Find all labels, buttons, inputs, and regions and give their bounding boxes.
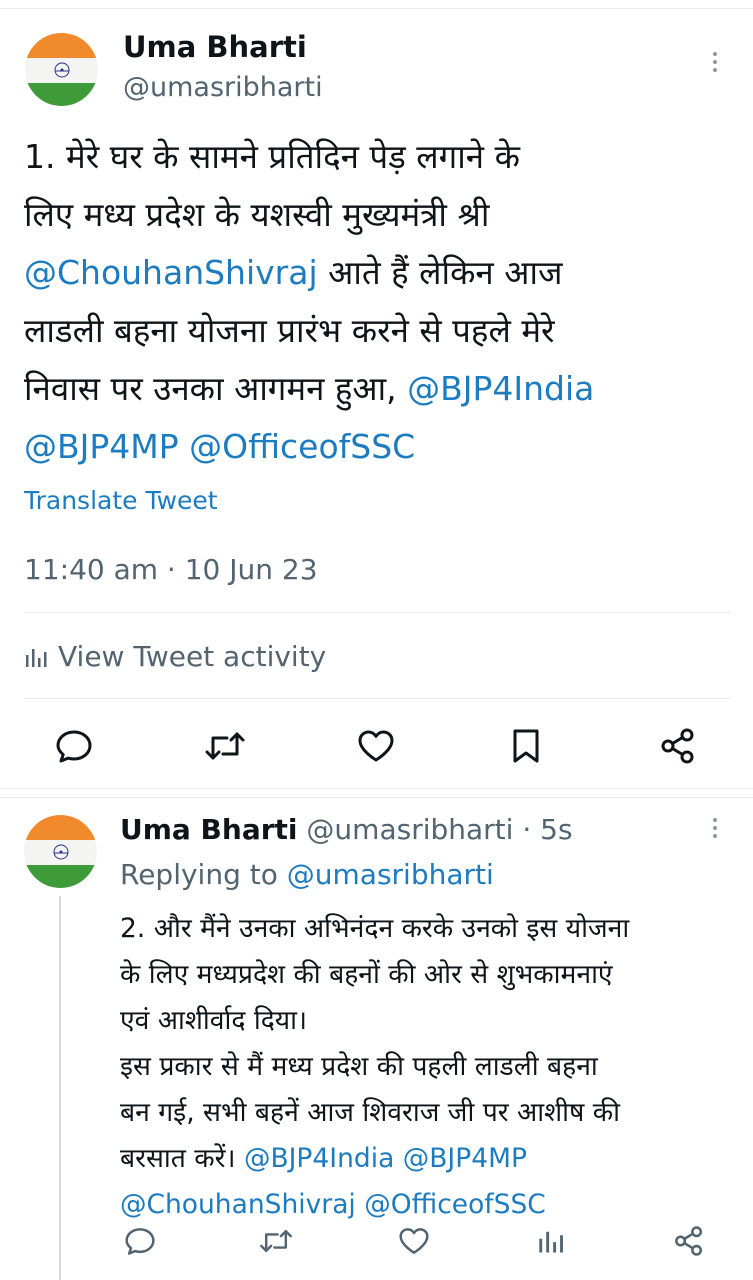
mention-chouhanshivraj[interactable]: @ChouhanShivraj xyxy=(120,1189,356,1220)
reply-time-ago[interactable]: 5s xyxy=(540,813,572,846)
flag-chakra-icon xyxy=(54,62,69,78)
divider xyxy=(24,698,730,699)
separator-dot: · xyxy=(513,813,541,846)
reply-text: 2. और मैंने उनका अभिनंदन करके उनको इस यो… xyxy=(120,906,740,1228)
reply-icon xyxy=(125,1228,155,1255)
replying-to-handle[interactable]: @umasribharti xyxy=(287,858,494,891)
more-icon[interactable] xyxy=(712,818,718,842)
top-divider xyxy=(0,8,753,9)
reply-button[interactable] xyxy=(122,1224,158,1258)
like-button[interactable] xyxy=(395,1224,433,1258)
analytics-icon xyxy=(24,645,50,669)
avatar[interactable] xyxy=(25,33,98,106)
share-icon xyxy=(661,728,694,764)
thread-line xyxy=(59,896,61,1280)
retweet-icon xyxy=(260,1229,292,1253)
share-button[interactable] xyxy=(670,1224,708,1258)
reply-author-name[interactable]: Uma Bharti xyxy=(120,813,298,846)
reply-button[interactable] xyxy=(52,726,96,766)
author-handle[interactable]: @umasribharti xyxy=(123,72,323,103)
more-icon[interactable] xyxy=(712,52,718,76)
reply-text-part-1: 2. और मैंने उनका अभिनंदन करके उनको इस यो… xyxy=(120,913,630,1174)
divider xyxy=(24,612,730,613)
reply-header: Uma Bharti @umasribharti · 5s xyxy=(120,813,573,846)
retweet-icon xyxy=(205,732,245,760)
replying-to: Replying to @umasribharti xyxy=(120,858,494,891)
mention-chouhanshivraj[interactable]: @ChouhanShivraj xyxy=(24,253,318,292)
analytics-icon xyxy=(539,1231,563,1253)
view-tweet-activity-link[interactable]: View Tweet activity xyxy=(24,640,326,673)
author-name[interactable]: Uma Bharti xyxy=(123,30,307,64)
share-icon xyxy=(675,1226,703,1256)
tweet-timestamp[interactable]: 11:40 am · 10 Jun 23 xyxy=(24,553,318,586)
share-button[interactable] xyxy=(656,726,700,766)
mention-bjp4mp[interactable]: @BJP4MP xyxy=(403,1143,527,1174)
bookmark-icon xyxy=(513,729,539,763)
like-button[interactable] xyxy=(354,726,398,766)
translate-tweet-link[interactable]: Translate Tweet xyxy=(24,486,218,515)
view-tweet-activity-label: View Tweet activity xyxy=(58,640,327,673)
tweet-text-part-1: 1. मेरे घर के सामने प्रतिदिन पेड़ लगाने … xyxy=(24,137,520,234)
mention-bjp4india[interactable]: @BJP4India xyxy=(244,1143,394,1174)
mention-officeofssc[interactable]: @OfficeofSSC xyxy=(364,1189,546,1220)
retweet-button[interactable] xyxy=(200,726,250,766)
reply-icon xyxy=(56,730,92,763)
section-separator xyxy=(0,788,753,798)
like-icon xyxy=(399,1228,429,1254)
mention-officeofssc[interactable]: @OfficeofSSC xyxy=(189,427,415,466)
mention-bjp4mp[interactable]: @BJP4MP xyxy=(24,427,179,466)
replying-to-prefix: Replying to xyxy=(120,858,287,891)
like-icon xyxy=(358,730,394,762)
reply-author-handle[interactable]: @umasribharti xyxy=(306,813,513,846)
flag-chakra-icon xyxy=(53,844,68,860)
retweet-button[interactable] xyxy=(256,1224,296,1258)
bookmark-button[interactable] xyxy=(506,726,546,766)
tweet-text: 1. मेरे घर के सामने प्रतिदिन पेड़ लगाने … xyxy=(24,128,724,476)
reply-avatar[interactable] xyxy=(24,815,97,888)
analytics-button[interactable] xyxy=(533,1224,571,1258)
mention-bjp4india[interactable]: @BJP4India xyxy=(407,369,594,408)
